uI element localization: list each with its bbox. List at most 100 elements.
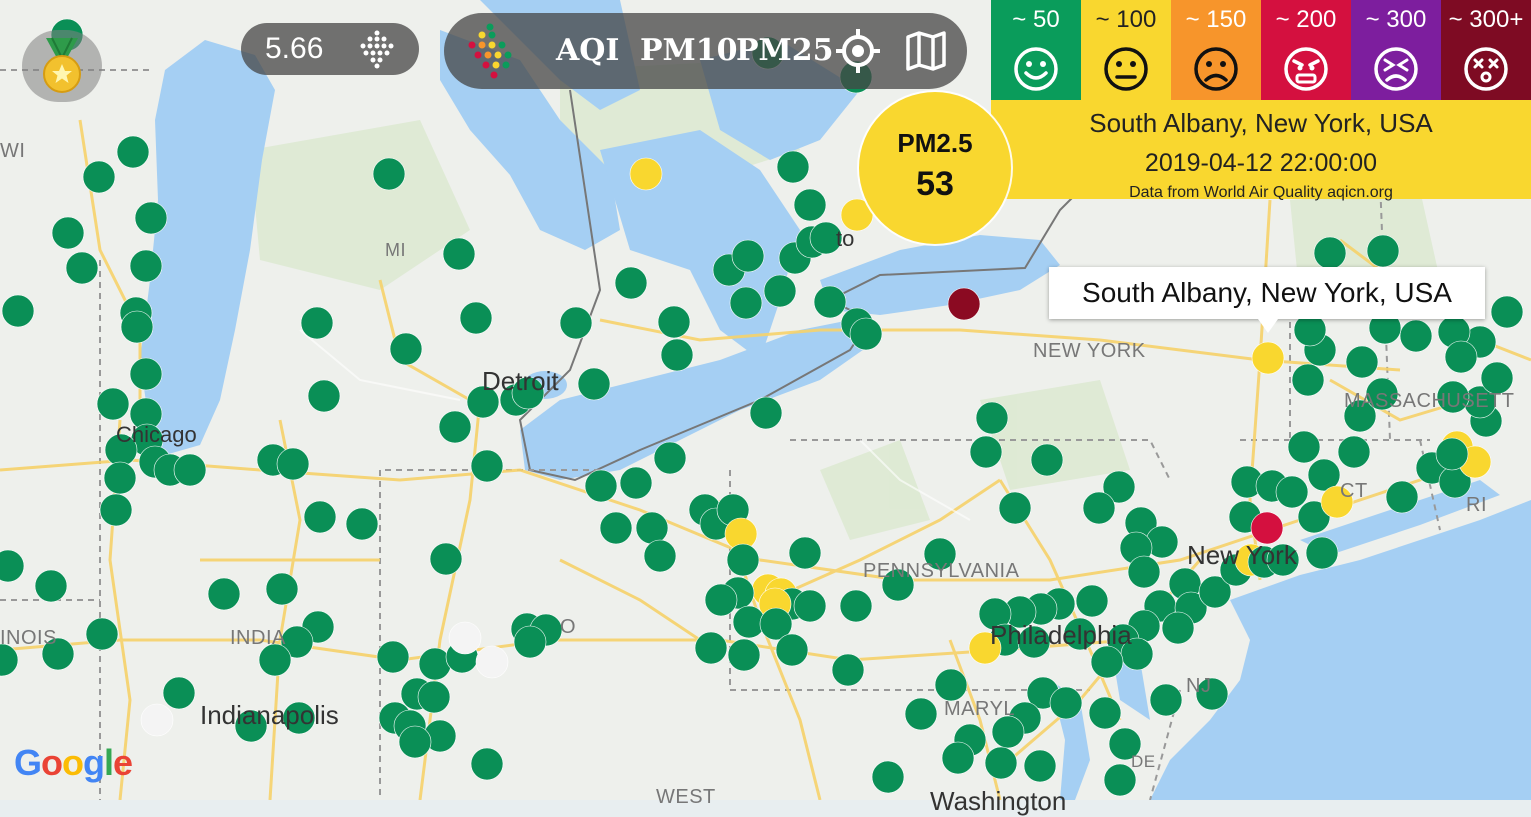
station-marker[interactable] [619, 466, 653, 500]
station-marker[interactable] [1337, 435, 1371, 469]
station-marker[interactable] [513, 625, 547, 659]
station-marker[interactable] [470, 449, 504, 483]
station-marker[interactable] [727, 638, 761, 672]
station-marker[interactable] [1149, 683, 1183, 717]
station-marker[interactable] [1, 294, 35, 328]
station-marker[interactable] [1030, 443, 1064, 477]
colored-dots-icon[interactable] [462, 21, 526, 81]
medal-button[interactable] [22, 30, 102, 102]
station-marker[interactable] [120, 310, 154, 344]
station-marker[interactable] [303, 500, 337, 534]
station-marker[interactable] [635, 511, 669, 545]
station-tooltip[interactable]: South Albany, New York, USA [1049, 267, 1485, 319]
station-marker[interactable] [1049, 686, 1083, 720]
station-marker[interactable] [140, 703, 174, 737]
station-marker[interactable] [729, 286, 763, 320]
station-marker[interactable] [831, 653, 865, 687]
station-marker[interactable] [793, 188, 827, 222]
station-marker[interactable] [65, 251, 99, 285]
station-marker[interactable] [614, 266, 648, 300]
station-marker[interactable] [1161, 611, 1195, 645]
station-marker[interactable] [934, 668, 968, 702]
station-marker[interactable] [599, 511, 633, 545]
station-marker[interactable] [96, 387, 130, 421]
station-marker[interactable] [1275, 475, 1309, 509]
station-marker[interactable] [173, 453, 207, 487]
pm25-layer-button[interactable]: PM25 [736, 33, 834, 68]
station-marker[interactable] [418, 647, 452, 681]
station-marker[interactable] [975, 401, 1009, 435]
station-marker[interactable] [660, 338, 694, 372]
station-marker[interactable] [398, 725, 432, 759]
station-marker[interactable] [429, 542, 463, 576]
station-marker[interactable] [116, 135, 150, 169]
station-marker[interactable] [417, 680, 451, 714]
station-marker[interactable] [265, 572, 299, 606]
aqi-layer-button[interactable]: AQI [556, 33, 619, 68]
station-marker[interactable] [657, 305, 691, 339]
station-marker[interactable] [389, 332, 423, 366]
data-source-text[interactable]: Data from World Air Quality aqicn.org [991, 184, 1531, 202]
station-marker[interactable] [34, 569, 68, 603]
station-marker[interactable] [653, 441, 687, 475]
wind-speed-pill[interactable]: 5.66 [241, 23, 419, 75]
station-marker[interactable] [207, 577, 241, 611]
station-marker[interactable] [577, 367, 611, 401]
station-marker[interactable] [793, 589, 827, 623]
station-marker[interactable] [1345, 345, 1379, 379]
station-marker[interactable] [51, 216, 85, 250]
station-marker[interactable] [643, 539, 677, 573]
station-marker[interactable] [1287, 430, 1321, 464]
station-marker[interactable] [1251, 341, 1285, 375]
station-marker[interactable] [85, 617, 119, 651]
station-marker[interactable] [704, 583, 738, 617]
station-marker[interactable] [813, 285, 847, 319]
station-marker[interactable] [300, 306, 334, 340]
station-marker[interactable] [839, 589, 873, 623]
station-marker[interactable] [1127, 555, 1161, 589]
station-marker[interactable] [749, 396, 783, 430]
station-marker[interactable] [726, 543, 760, 577]
station-marker[interactable] [584, 469, 618, 503]
station-marker[interactable] [1366, 234, 1400, 268]
station-marker[interactable] [1291, 363, 1325, 397]
station-marker[interactable] [788, 536, 822, 570]
station-marker[interactable] [1082, 491, 1116, 525]
station-marker[interactable] [1088, 696, 1122, 730]
station-marker[interactable] [1385, 480, 1419, 514]
station-marker[interactable] [947, 287, 981, 321]
station-marker[interactable] [904, 697, 938, 731]
station-marker[interactable] [775, 633, 809, 667]
station-marker[interactable] [1399, 319, 1433, 353]
station-marker[interactable] [162, 676, 196, 710]
station-marker[interactable] [998, 491, 1032, 525]
station-marker[interactable] [376, 640, 410, 674]
station-marker[interactable] [871, 760, 905, 794]
station-marker[interactable] [1435, 437, 1469, 471]
station-marker[interactable] [849, 317, 883, 351]
map-icon[interactable] [904, 29, 948, 73]
pm10-layer-button[interactable]: PM10 [640, 33, 738, 68]
station-marker[interactable] [1023, 749, 1057, 783]
station-marker[interactable] [470, 747, 504, 781]
station-marker[interactable] [1075, 584, 1109, 618]
station-marker[interactable] [941, 741, 975, 775]
station-marker[interactable] [969, 435, 1003, 469]
station-marker[interactable] [448, 621, 482, 655]
station-marker[interactable] [129, 357, 163, 391]
station-marker[interactable] [984, 746, 1018, 780]
station-marker[interactable] [345, 507, 379, 541]
station-marker[interactable] [82, 160, 116, 194]
station-marker[interactable] [731, 239, 765, 273]
station-marker[interactable] [276, 447, 310, 481]
station-marker[interactable] [694, 631, 728, 665]
station-marker[interactable] [629, 157, 663, 191]
station-marker[interactable] [459, 301, 493, 335]
station-marker[interactable] [763, 274, 797, 308]
station-marker[interactable] [1313, 236, 1347, 270]
station-marker[interactable] [438, 410, 472, 444]
station-marker[interactable] [1490, 295, 1524, 329]
station-marker[interactable] [1444, 340, 1478, 374]
station-marker[interactable] [372, 157, 406, 191]
station-marker[interactable] [99, 493, 133, 527]
